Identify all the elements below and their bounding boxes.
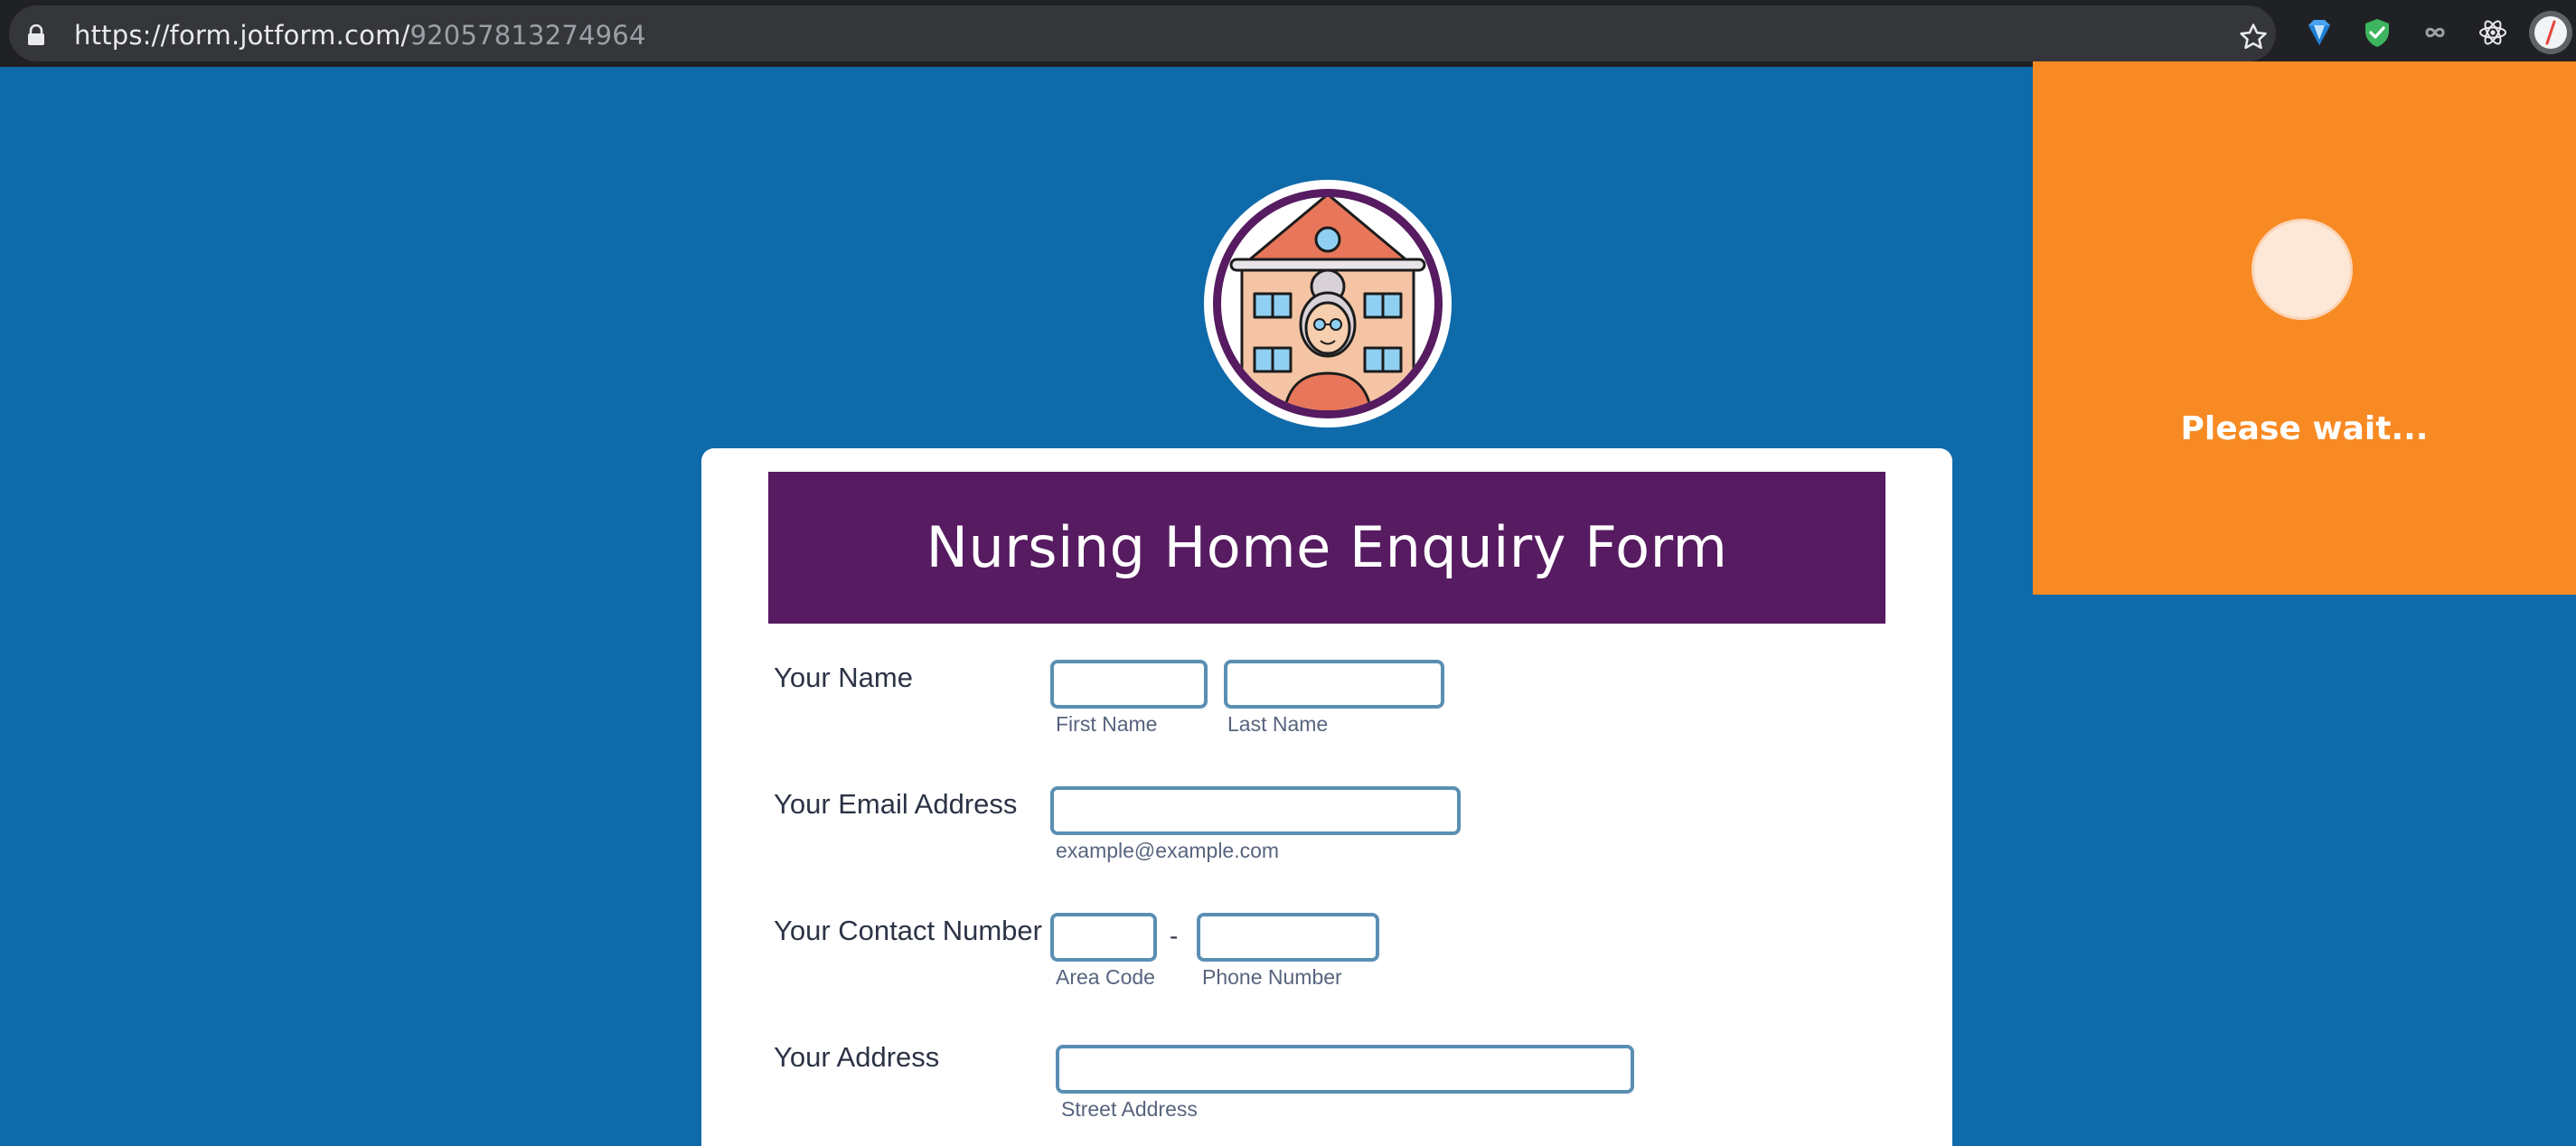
infinity-extension-icon[interactable] [2419,16,2451,49]
first-name-sublabel: First Name [1056,712,1158,736]
email-input[interactable] [1050,786,1461,835]
street-address-sublabel: Street Address [1061,1097,1198,1121]
name-label: Your Name [774,662,913,693]
url-path: 92057813274964 [409,20,646,51]
url-text[interactable]: https://form.jotform.com/92057813274964 [74,20,646,51]
form-title: Nursing Home Enquiry Form [926,514,1728,580]
first-name-input[interactable] [1050,660,1208,709]
phone-number-sublabel: Phone Number [1202,965,1342,989]
email-label: Your Email Address [774,788,1018,820]
profile-avatar[interactable] [2529,11,2572,54]
form-header: Nursing Home Enquiry Form [768,472,1885,624]
browser-toolbar: https://form.jotform.com/92057813274964 [0,0,2576,67]
bookmark-star-icon[interactable] [2238,22,2269,52]
nursing-home-logo [1204,180,1452,427]
last-name-input[interactable] [1224,660,1444,709]
lock-icon[interactable] [27,23,45,46]
loading-spinner [2252,219,2353,320]
gem-extension-icon[interactable] [2303,16,2336,49]
shield-extension-icon[interactable] [2361,16,2393,49]
address-label: Your Address [774,1041,940,1073]
phone-separator: - [1170,922,1179,950]
street-address-input[interactable] [1056,1045,1634,1094]
react-extension-icon[interactable] [2477,16,2509,49]
url-host: https://form.jotform.com/ [74,20,410,51]
last-name-sublabel: Last Name [1227,712,1329,736]
email-sublabel: example@example.com [1056,839,1280,862]
address-bar[interactable]: https://form.jotform.com/92057813274964 [9,5,2276,61]
please-wait-panel: Please wait... [2033,61,2576,595]
form-card: Nursing Home Enquiry Form Your Name Firs… [701,448,1952,1146]
phone-number-input[interactable] [1197,913,1379,962]
please-wait-text: Please wait... [2180,410,2429,447]
area-code-sublabel: Area Code [1056,965,1155,989]
area-code-input[interactable] [1050,913,1157,962]
contact-number-label: Your Contact Number [774,915,1042,946]
